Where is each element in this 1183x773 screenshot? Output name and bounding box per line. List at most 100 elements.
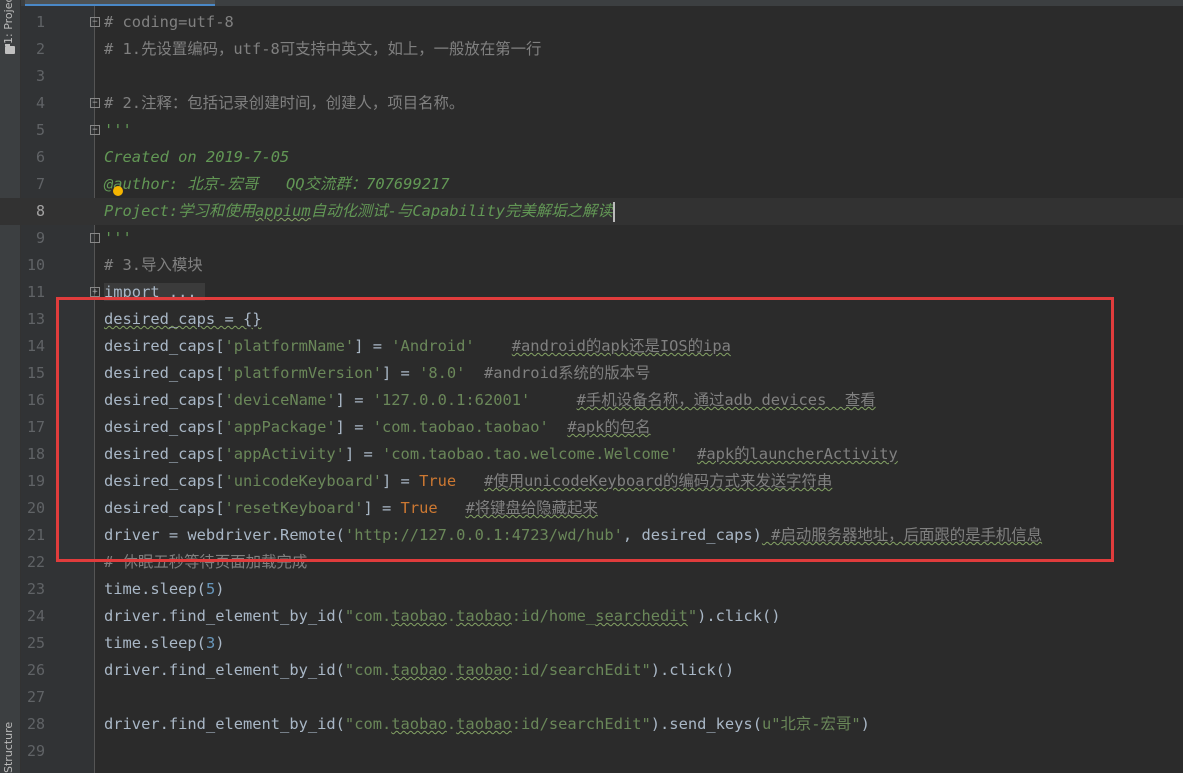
code-text[interactable]: driver.find_element_by_id("com.taobao.ta… bbox=[104, 603, 781, 630]
code-text[interactable]: # coding=utf-8 bbox=[104, 9, 234, 36]
code-text[interactable]: ''' bbox=[104, 117, 132, 144]
fold-marker-icon[interactable]: − bbox=[90, 17, 100, 27]
code-token: :id/home_ bbox=[511, 607, 596, 625]
code-token: ) bbox=[215, 634, 225, 652]
code-text[interactable]: driver.find_element_by_id("com.taobao.ta… bbox=[104, 711, 870, 738]
code-line[interactable]: 15 desired_caps['platformVersion'] = '8.0… bbox=[0, 360, 1183, 387]
code-line[interactable]: 5 − ''' bbox=[0, 117, 1183, 144]
fold-marker-icon[interactable] bbox=[90, 233, 100, 243]
code-text[interactable]: Created on 2019-7-05 bbox=[104, 144, 289, 171]
code-line[interactable]: 16 desired_caps['deviceName'] = '127.0.0.… bbox=[0, 387, 1183, 414]
line-number: 28 bbox=[26, 715, 45, 733]
line-number: 16 bbox=[26, 391, 45, 409]
code-token: 自动化测试-与Capability完美解垢之解读 bbox=[310, 202, 613, 220]
code-token: . bbox=[446, 607, 457, 625]
code-line[interactable]: 22 # 休眠五秒等待页面加载完成 bbox=[0, 549, 1183, 576]
code-line[interactable]: 4 − # 2.注释：包括记录创建时间，创建人，项目名称。 bbox=[0, 90, 1183, 117]
code-line[interactable]: 19 desired_caps['unicodeKeyboard'] = True… bbox=[0, 468, 1183, 495]
code-line[interactable]: 26 driver.find_element_by_id("com.taobao.… bbox=[0, 657, 1183, 684]
code-token: desired_caps[ bbox=[104, 391, 225, 409]
code-line[interactable]: 10 # 3.导入模块 bbox=[0, 252, 1183, 279]
code-text[interactable]: desired_caps['deviceName'] = '127.0.0.1:… bbox=[104, 387, 876, 414]
code-token: ''' bbox=[104, 121, 132, 139]
code-line[interactable]: 20 desired_caps['resetKeyboard'] = True #… bbox=[0, 495, 1183, 522]
code-line[interactable]: 3 bbox=[0, 63, 1183, 90]
code-token: #android的apk还是IOS的ipa bbox=[511, 337, 731, 355]
code-line[interactable]: 29 bbox=[0, 738, 1183, 765]
code-line[interactable]: 25 time.sleep(3) bbox=[0, 630, 1183, 657]
code-line[interactable]: 1 − # coding=utf-8 bbox=[0, 9, 1183, 36]
code-token: desired_caps[ bbox=[104, 364, 225, 382]
code-token: driver.find_element_by_id( bbox=[104, 661, 345, 679]
code-line[interactable]: 23 time.sleep(5) bbox=[0, 576, 1183, 603]
code-line[interactable]: 6 Created on 2019-7-05 bbox=[0, 144, 1183, 171]
code-text[interactable]: desired_caps['unicodeKeyboard'] = True #… bbox=[104, 468, 832, 495]
code-token: ) bbox=[860, 715, 870, 733]
code-text[interactable]: import ... bbox=[104, 279, 205, 306]
line-number: 29 bbox=[26, 742, 45, 760]
code-line[interactable]: 27 bbox=[0, 684, 1183, 711]
code-text[interactable]: desired_caps['platformVersion'] = '8.0' … bbox=[104, 360, 650, 387]
code-line[interactable]: 7 @author: 北京-宏哥 QQ交流群：707699217 bbox=[0, 171, 1183, 198]
code-line[interactable]: 18 desired_caps['appActivity'] = 'com.tao… bbox=[0, 441, 1183, 468]
code-line[interactable]: 28 driver.find_element_by_id("com.taobao.… bbox=[0, 711, 1183, 738]
code-token: desired_caps = {} bbox=[104, 310, 262, 328]
code-text[interactable]: ''' bbox=[104, 225, 132, 252]
code-token: ] = bbox=[344, 445, 383, 463]
code-line[interactable]: 11 + import ... bbox=[0, 279, 1183, 306]
line-number: 15 bbox=[26, 364, 45, 382]
fold-marker-icon[interactable]: − bbox=[90, 125, 100, 135]
code-text[interactable]: desired_caps['appPackage'] = 'com.taobao… bbox=[104, 414, 651, 441]
code-token: #apk的launcherActivity bbox=[697, 445, 898, 463]
code-token: 'appActivity' bbox=[224, 445, 345, 463]
code-text[interactable]: Project:学习和使用appium自动化测试-与Capability完美解垢… bbox=[104, 198, 615, 225]
code-text[interactable]: @author: 北京-宏哥 QQ交流群：707699217 bbox=[104, 171, 450, 198]
code-token: driver = webdriver.Remote( bbox=[104, 526, 345, 544]
fold-marker-icon[interactable]: − bbox=[90, 98, 100, 108]
code-token: desired_caps[ bbox=[104, 418, 225, 436]
code-line[interactable]: 8 Project:学习和使用appium自动化测试-与Capability完美解… bbox=[0, 198, 1183, 225]
code-text[interactable]: desired_caps['resetKeyboard'] = True #将键… bbox=[104, 495, 598, 522]
code-text[interactable]: time.sleep(3) bbox=[104, 630, 225, 657]
code-token: # 2.注释：包括记录创建时间，创建人，项目名称。 bbox=[104, 94, 465, 112]
code-token: " bbox=[687, 607, 698, 625]
code-token: :id/searchEdit" bbox=[511, 715, 651, 733]
code-token: "com. bbox=[344, 715, 392, 733]
code-line[interactable]: 13 desired_caps = {} bbox=[0, 306, 1183, 333]
intention-bulb-icon[interactable] bbox=[113, 186, 123, 196]
code-text[interactable]: # 2.注释：包括记录创建时间，创建人，项目名称。 bbox=[104, 90, 464, 117]
code-token: appium bbox=[255, 202, 311, 220]
code-text[interactable]: driver.find_element_by_id("com.taobao.ta… bbox=[104, 657, 734, 684]
code-text[interactable]: desired_caps['appActivity'] = 'com.taoba… bbox=[104, 441, 898, 468]
line-number: 24 bbox=[26, 607, 45, 625]
code-token: # 1.先设置编码，utf-8可支持中英文，如上，一般放在第一行 bbox=[104, 40, 542, 58]
code-line[interactable]: 17 desired_caps['appPackage'] = 'com.taob… bbox=[0, 414, 1183, 441]
code-line[interactable]: 21 driver = webdriver.Remote('http://127.… bbox=[0, 522, 1183, 549]
fold-expand-icon[interactable]: + bbox=[90, 287, 100, 297]
code-line[interactable]: 14 desired_caps['platformName'] = 'Androi… bbox=[0, 333, 1183, 360]
code-token: # 3.导入模块 bbox=[104, 256, 203, 274]
line-number: 2 bbox=[35, 40, 45, 58]
code-text[interactable]: # 1.先设置编码，utf-8可支持中英文，如上，一般放在第一行 bbox=[104, 36, 541, 63]
code-token: . bbox=[446, 715, 457, 733]
code-line[interactable]: 9 ''' bbox=[0, 225, 1183, 252]
code-token: #使用unicodeKeyboard的编码方式来发送字符串 bbox=[483, 472, 833, 490]
code-line[interactable]: 24 driver.find_element_by_id("com.taobao.… bbox=[0, 603, 1183, 630]
code-token: '127.0.0.1:62001' bbox=[372, 391, 531, 409]
code-line[interactable]: 2 # 1.先设置编码，utf-8可支持中英文，如上，一般放在第一行 bbox=[0, 36, 1183, 63]
code-token: Created on 2019-7-05 bbox=[104, 148, 290, 166]
code-text[interactable]: desired_caps = {} bbox=[104, 306, 262, 333]
code-text[interactable]: # 休眠五秒等待页面加载完成 bbox=[104, 549, 307, 576]
line-number: 27 bbox=[26, 688, 45, 706]
line-number: 21 bbox=[26, 526, 45, 544]
code-text[interactable]: desired_caps['platformName'] = 'Android'… bbox=[104, 333, 731, 360]
code-text[interactable]: driver = webdriver.Remote('http://127.0.… bbox=[104, 522, 1042, 549]
line-number: 19 bbox=[26, 472, 45, 490]
line-number: 26 bbox=[26, 661, 45, 679]
code-text[interactable]: time.sleep(5) bbox=[104, 576, 225, 603]
code-text[interactable]: # 3.导入模块 bbox=[104, 252, 203, 279]
code-token: 'appPackage' bbox=[224, 418, 336, 436]
code-token: #启动服务器地址，后面跟的是手机信息 bbox=[761, 526, 1043, 544]
code-token: #将键盘给隐藏起来 bbox=[465, 499, 598, 517]
